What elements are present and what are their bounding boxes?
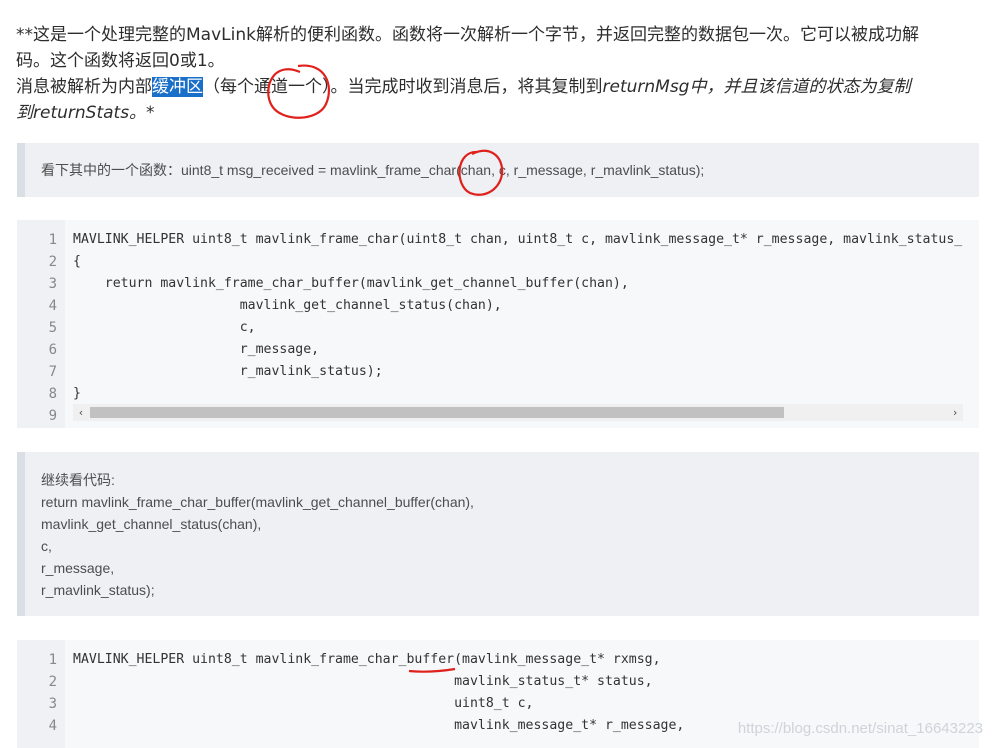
blockquote-line: mavlink_get_channel_status(chan), <box>41 516 262 532</box>
line-number: 4 <box>48 298 57 314</box>
line-number: 1 <box>48 652 57 668</box>
code-line: MAVLINK_HELPER uint8_t mavlink_frame_cha… <box>73 652 661 667</box>
blockquote-line: r_mavlink_status); <box>41 582 155 598</box>
intro-line-1: **这是一个处理完整的MavLink解析的便利函数。函数将一次解析一个字节，并返… <box>16 25 919 45</box>
scroll-right-arrow-icon[interactable]: › <box>947 404 963 421</box>
watermark-url: https://blog.csdn.net/sinat_16643223 <box>737 720 983 737</box>
code-line: mavlink_message_t* r_message, <box>73 718 685 733</box>
code-line: r_mavlink_status); <box>73 364 383 379</box>
intro-text: （每个通道一个）。当完成时收到消息后，将其复制到 <box>203 77 603 97</box>
line-number: 1 <box>48 232 57 248</box>
code-line: return mavlink_frame_char_buffer(mavlink… <box>73 276 629 291</box>
code-block-frame-char: 1 MAVLINK_HELPER uint8_t mavlink_frame_ch… <box>17 220 979 428</box>
selected-text-highlight[interactable]: 缓冲区 <box>152 77 203 97</box>
line-number: 5 <box>48 320 57 336</box>
blockquote-continue-code: 继续看代码: return mavlink_frame_char_buffer(m… <box>17 452 979 616</box>
intro-italic-text: returnMsg中，并且该信道的状态为复制 <box>602 77 911 97</box>
blockquote-line: r_message, <box>41 560 115 576</box>
code-line: mavlink_get_channel_status(chan), <box>73 298 502 313</box>
code-line: r_message, <box>73 342 320 357</box>
code-line: uint8_t c, <box>73 696 534 711</box>
line-number: 9 <box>48 408 57 424</box>
line-number: 7 <box>48 364 57 380</box>
intro-line-3: 消息被解析为内部缓冲区（每个通道一个）。当完成时收到消息后，将其复制到retur… <box>16 74 976 100</box>
article-intro: **这是一个处理完整的MavLink解析的便利函数。函数将一次解析一个字节，并返… <box>16 22 976 126</box>
code-line: MAVLINK_HELPER uint8_t mavlink_frame_cha… <box>73 232 963 247</box>
blockquote-line: c, <box>41 538 52 554</box>
intro-line-2: 码。这个函数将返回0或1。 <box>16 51 225 71</box>
blockquote-line: return mavlink_frame_char_buffer(mavlink… <box>41 494 474 510</box>
line-number: 6 <box>48 342 57 358</box>
code-line: c, <box>73 320 256 335</box>
line-number: 4 <box>48 718 57 734</box>
blockquote-text: 看下其中的一个函数：uint8_t msg_received = mavlink… <box>41 162 705 178</box>
horizontal-scrollbar[interactable]: ‹ › <box>73 404 963 421</box>
code-line: { <box>73 254 81 269</box>
line-number: 2 <box>48 254 57 270</box>
line-number: 2 <box>48 674 57 690</box>
line-number: 8 <box>48 386 57 402</box>
code-line: mavlink_status_t* status, <box>73 674 653 689</box>
scroll-left-arrow-icon[interactable]: ‹ <box>73 404 89 421</box>
scrollbar-thumb[interactable] <box>90 407 784 418</box>
line-number: 3 <box>48 696 57 712</box>
code-line: } <box>73 386 81 401</box>
intro-line-4: 到returnStats。* <box>16 103 155 123</box>
blockquote-line: 继续看代码: <box>41 472 115 488</box>
blockquote-function-call: 看下其中的一个函数：uint8_t msg_received = mavlink… <box>17 143 979 197</box>
line-number: 3 <box>48 276 57 292</box>
intro-text: 消息被解析为内部 <box>16 77 152 97</box>
